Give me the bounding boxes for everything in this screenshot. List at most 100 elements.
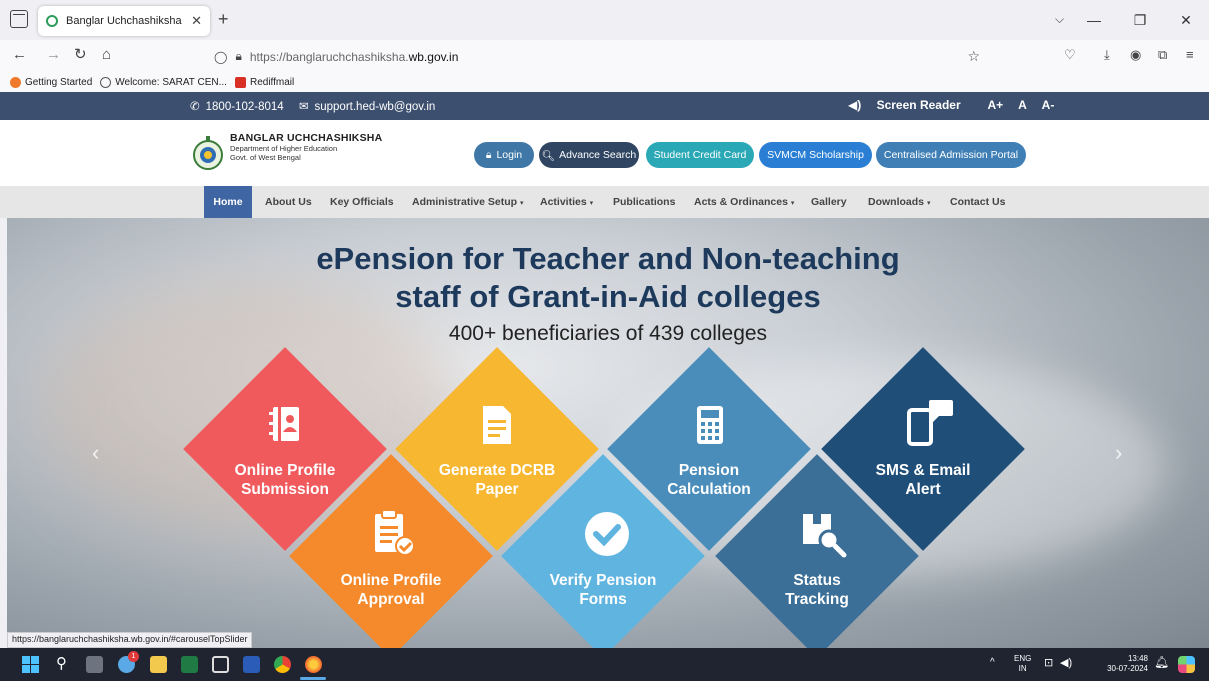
- hero-title-line2: staff of Grant-in-Aid colleges: [395, 279, 821, 314]
- tracking-shield-icon[interactable]: ◯: [214, 50, 227, 64]
- list-all-tabs-icon[interactable]: ⌵: [1055, 12, 1064, 27]
- menu-label: Administrative Setup: [412, 196, 518, 208]
- advance-search-label: Advance Search: [559, 149, 637, 161]
- minimize-icon[interactable]: —: [1071, 12, 1117, 28]
- home-icon[interactable]: ⌂: [102, 47, 111, 63]
- brand-text[interactable]: BANGLAR UCHCHASHIKSHA Department of High…: [230, 132, 382, 162]
- tile-label-sms-email-alert: SMS & Email Alert: [823, 461, 1023, 499]
- menu-label: Acts & Ordinances: [694, 196, 788, 208]
- bookmark-welcome[interactable]: Welcome: SARAT CEN...: [100, 76, 227, 88]
- tile-label-pension-calculation: Pension Calculation: [609, 461, 809, 499]
- carousel-next-icon[interactable]: ›: [1115, 440, 1122, 466]
- advance-search-button[interactable]: 🔍︎ Advance Search: [539, 142, 639, 168]
- svmcm-scholarship-button[interactable]: SVMCM Scholarship: [759, 142, 872, 168]
- clock-date: 30-07-2024: [1107, 664, 1148, 673]
- main-menu: Home About Us Key Officials Administrati…: [0, 186, 1209, 218]
- downloads-icon[interactable]: ⤓: [1104, 47, 1110, 63]
- menu-activities[interactable]: Activities ▾: [540, 186, 593, 218]
- bookmark-rediffmail[interactable]: Rediffmail: [234, 76, 294, 88]
- tile-label-line: Generate DCRB: [438, 462, 556, 479]
- copilot-icon[interactable]: [1178, 656, 1195, 673]
- account-icon[interactable]: ◉: [1130, 47, 1141, 63]
- support-email[interactable]: support.hed-wb@gov.in: [315, 101, 436, 113]
- chrome-icon[interactable]: [274, 656, 291, 673]
- phone-icon: ✆: [190, 101, 200, 113]
- search-icon: 🔍︎: [541, 149, 556, 162]
- brand-name: BANGLAR UCHCHASHIKSHA: [230, 132, 383, 144]
- tile-label-generate-dcrb: Generate DCRB Paper: [397, 461, 597, 499]
- document-viewer-icon[interactable]: [212, 656, 229, 673]
- menu-icon[interactable]: ≡: [1186, 47, 1194, 63]
- menu-publications[interactable]: Publications: [613, 186, 675, 218]
- search-icon[interactable]: ⚲: [56, 654, 73, 672]
- window-close-icon[interactable]: ✕: [1163, 12, 1209, 29]
- browser-tab[interactable]: Banglar Uchchashiksha ✕: [38, 6, 210, 36]
- site-header: BANGLAR UCHCHASHIKSHA Department of High…: [0, 120, 1209, 186]
- language-indicator[interactable]: ENG IN: [1014, 654, 1031, 674]
- back-icon[interactable]: ←: [12, 47, 27, 63]
- windows-start-icon[interactable]: [22, 656, 39, 673]
- government-emblem-logo[interactable]: [191, 134, 225, 170]
- word-icon[interactable]: [243, 656, 260, 673]
- tab-title: Banglar Uchchashiksha: [66, 15, 182, 27]
- carousel-prev-icon[interactable]: ‹: [92, 440, 99, 466]
- clipboard-check-icon: [375, 509, 415, 556]
- check-circle-icon: [585, 512, 629, 556]
- url-bar[interactable]: ◯ 🔒︎ https://banglaruchchashiksha.wb.gov…: [200, 43, 990, 70]
- tab-list-icon[interactable]: [10, 10, 28, 28]
- hero-carousel: ePension for Teacher and Non-teaching st…: [7, 218, 1209, 648]
- menu-acts-ordinances[interactable]: Acts & Ordinances ▾: [694, 186, 794, 218]
- font-smaller-button[interactable]: A-: [1042, 98, 1055, 112]
- bookmarks-bar: Getting Started Welcome: SARAT CEN... Re…: [0, 72, 1209, 92]
- status-bar-link: https://banglaruchchashiksha.wb.gov.in/#…: [7, 632, 253, 648]
- reload-icon[interactable]: ↻: [74, 47, 87, 63]
- extensions-icon[interactable]: ⧉: [1158, 47, 1167, 63]
- forward-icon[interactable]: →: [46, 47, 61, 63]
- bookmark-getting-started[interactable]: Getting Started: [10, 76, 92, 88]
- restore-icon[interactable]: ❐: [1117, 12, 1163, 29]
- caret-down-icon: ▾: [519, 200, 524, 207]
- menu-home[interactable]: Home: [204, 186, 252, 218]
- lock-icon[interactable]: 🔒︎: [235, 49, 241, 64]
- firefox-icon[interactable]: [305, 656, 322, 673]
- tile-label-verify-pension-forms: Verify Pension Forms: [503, 571, 703, 609]
- document-icon: [483, 406, 511, 444]
- excel-icon[interactable]: [181, 656, 198, 673]
- tile-label-line: Submission: [241, 481, 329, 498]
- file-explorer-icon[interactable]: [150, 656, 167, 673]
- menu-contact-us[interactable]: Contact Us: [950, 186, 1005, 218]
- menu-administrative-setup[interactable]: Administrative Setup ▾: [412, 186, 523, 218]
- bookmark-star-icon[interactable]: ☆: [967, 48, 980, 65]
- site-favicon-icon: [46, 15, 58, 27]
- tile-label-line: Calculation: [667, 481, 751, 498]
- menu-label: Downloads: [868, 196, 925, 208]
- window-controls: — ❐ ✕: [1071, 0, 1209, 40]
- login-button[interactable]: 🔒︎ Login: [474, 142, 534, 168]
- font-larger-button[interactable]: A+: [988, 98, 1004, 112]
- volume-icon[interactable]: ◀): [1060, 658, 1072, 669]
- menu-downloads[interactable]: Downloads ▾: [868, 186, 930, 218]
- pocket-icon[interactable]: ♡: [1064, 47, 1076, 63]
- menu-about-us[interactable]: About Us: [265, 186, 312, 218]
- active-app-indicator: [300, 677, 326, 680]
- new-tab-icon[interactable]: +: [218, 10, 229, 28]
- menu-key-officials[interactable]: Key Officials: [330, 186, 394, 218]
- tile-label-line: Pension: [678, 462, 740, 479]
- menu-gallery[interactable]: Gallery: [811, 186, 847, 218]
- task-view-icon[interactable]: [86, 656, 103, 673]
- clock[interactable]: 13:48 30-07-2024: [1100, 654, 1148, 674]
- admission-label: Centralised Admission Portal: [883, 149, 1019, 161]
- brand-govt: Govt. of West Bengal: [230, 153, 301, 162]
- site-topbar: ✆ 1800-102-8014 ✉ support.hed-wb@gov.in ◀)…: [0, 92, 1209, 120]
- phone-number[interactable]: 1800-102-8014: [206, 101, 284, 113]
- network-icon[interactable]: ⊡: [1044, 658, 1053, 669]
- tray-overflow-icon[interactable]: ^: [990, 658, 995, 668]
- student-credit-card-button[interactable]: Student Credit Card: [646, 142, 754, 168]
- caret-down-icon: ▾: [790, 200, 795, 207]
- centralised-admission-button[interactable]: Centralised Admission Portal: [876, 142, 1026, 168]
- menu-label: Activities: [540, 196, 587, 208]
- font-normal-button[interactable]: A: [1018, 98, 1027, 112]
- screen-reader-link[interactable]: ◀) Screen Reader: [848, 98, 973, 112]
- tab-close-icon[interactable]: ✕: [191, 13, 202, 29]
- notification-bell-icon[interactable]: 🔔︎: [1154, 656, 1169, 668]
